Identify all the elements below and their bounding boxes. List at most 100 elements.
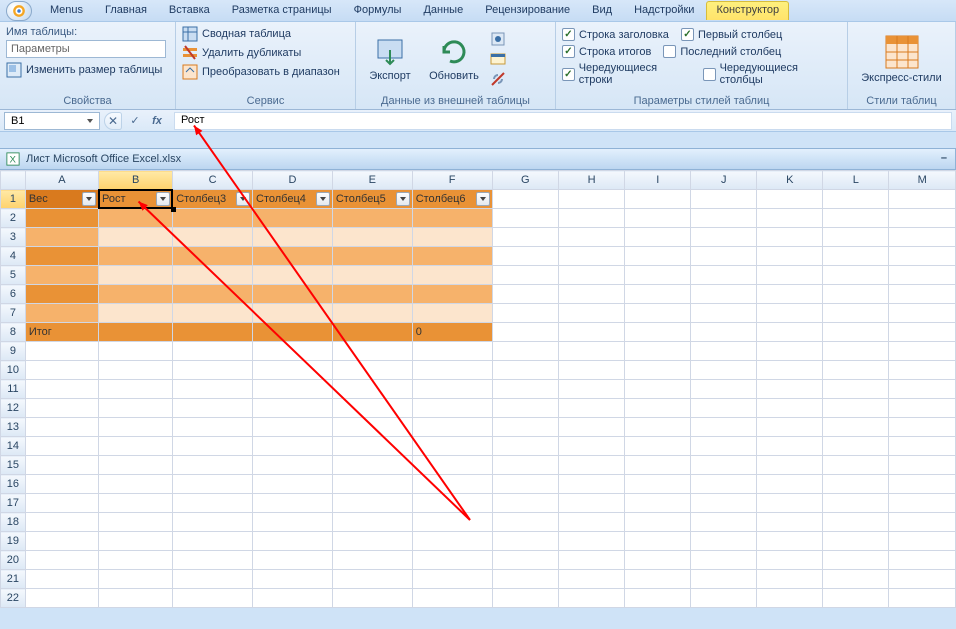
cell-G21[interactable] [492, 570, 558, 589]
cell-K8[interactable] [757, 323, 823, 342]
cell-B20[interactable] [99, 551, 173, 570]
row-header-21[interactable]: 21 [1, 570, 26, 589]
row-header-9[interactable]: 9 [1, 342, 26, 361]
cell-I13[interactable] [625, 418, 691, 437]
cell-E7[interactable] [332, 304, 412, 323]
cell-F5[interactable] [412, 266, 492, 285]
cell-G2[interactable] [492, 209, 558, 228]
col-header-L[interactable]: L [823, 171, 889, 190]
cell-J10[interactable] [691, 361, 757, 380]
cell-D11[interactable] [253, 380, 333, 399]
cell-G11[interactable] [492, 380, 558, 399]
cell-L12[interactable] [823, 399, 889, 418]
cell-B15[interactable] [99, 456, 173, 475]
cell-J22[interactable] [691, 589, 757, 608]
cell-B21[interactable] [99, 570, 173, 589]
cell-H10[interactable] [558, 361, 624, 380]
cell-G10[interactable] [492, 361, 558, 380]
cell-G18[interactable] [492, 513, 558, 532]
cell-M19[interactable] [889, 532, 956, 551]
cell-A19[interactable] [25, 532, 98, 551]
cell-F8[interactable]: 0 [412, 323, 492, 342]
col-header-A[interactable]: A [25, 171, 98, 190]
cell-E11[interactable] [332, 380, 412, 399]
row-header-8[interactable]: 8 [1, 323, 26, 342]
cell-E22[interactable] [332, 589, 412, 608]
cell-A20[interactable] [25, 551, 98, 570]
cell-H5[interactable] [558, 266, 624, 285]
cell-K6[interactable] [757, 285, 823, 304]
cell-F13[interactable] [412, 418, 492, 437]
cell-B18[interactable] [99, 513, 173, 532]
cell-J19[interactable] [691, 532, 757, 551]
cell-C12[interactable] [173, 399, 253, 418]
col-header-D[interactable]: D [253, 171, 333, 190]
cell-E1[interactable]: Столбец5 [332, 190, 412, 209]
cell-L21[interactable] [823, 570, 889, 589]
cell-C14[interactable] [173, 437, 253, 456]
cell-C2[interactable] [173, 209, 253, 228]
cell-I11[interactable] [625, 380, 691, 399]
cell-L20[interactable] [823, 551, 889, 570]
cell-A4[interactable] [25, 247, 98, 266]
cell-E15[interactable] [332, 456, 412, 475]
filter-button[interactable] [82, 192, 96, 206]
cell-I20[interactable] [625, 551, 691, 570]
resize-table-button[interactable]: Изменить размер таблицы [6, 62, 169, 78]
cell-H7[interactable] [558, 304, 624, 323]
cell-I22[interactable] [625, 589, 691, 608]
tab-view[interactable]: Вид [582, 1, 622, 20]
cell-G3[interactable] [492, 228, 558, 247]
cell-A21[interactable] [25, 570, 98, 589]
cell-B19[interactable] [99, 532, 173, 551]
col-header-G[interactable]: G [492, 171, 558, 190]
cell-B8[interactable] [99, 323, 173, 342]
cell-B3[interactable] [99, 228, 173, 247]
cell-E17[interactable] [332, 494, 412, 513]
cell-H21[interactable] [558, 570, 624, 589]
cell-I1[interactable] [625, 190, 691, 209]
filter-button[interactable] [396, 192, 410, 206]
cell-J15[interactable] [691, 456, 757, 475]
cell-G12[interactable] [492, 399, 558, 418]
cell-J9[interactable] [691, 342, 757, 361]
cell-L14[interactable] [823, 437, 889, 456]
cell-H22[interactable] [558, 589, 624, 608]
cell-A6[interactable] [25, 285, 98, 304]
tab-menus[interactable]: Menus [40, 1, 93, 20]
cell-D4[interactable] [253, 247, 333, 266]
cell-A13[interactable] [25, 418, 98, 437]
cell-H9[interactable] [558, 342, 624, 361]
cell-H2[interactable] [558, 209, 624, 228]
chk-banded-rows[interactable]: Чередующиеся строки [562, 62, 691, 86]
cell-K11[interactable] [757, 380, 823, 399]
chk-last-col[interactable]: Последний столбец [663, 45, 781, 58]
cell-L3[interactable] [823, 228, 889, 247]
cell-M11[interactable] [889, 380, 956, 399]
cell-C17[interactable] [173, 494, 253, 513]
cell-F7[interactable] [412, 304, 492, 323]
cell-I19[interactable] [625, 532, 691, 551]
row-header-14[interactable]: 14 [1, 437, 26, 456]
cell-J13[interactable] [691, 418, 757, 437]
cell-C3[interactable] [173, 228, 253, 247]
cell-K17[interactable] [757, 494, 823, 513]
cell-C6[interactable] [173, 285, 253, 304]
cell-J14[interactable] [691, 437, 757, 456]
cell-H13[interactable] [558, 418, 624, 437]
cell-L18[interactable] [823, 513, 889, 532]
cell-F4[interactable] [412, 247, 492, 266]
cell-K16[interactable] [757, 475, 823, 494]
cell-M20[interactable] [889, 551, 956, 570]
cell-I16[interactable] [625, 475, 691, 494]
cell-B14[interactable] [99, 437, 173, 456]
worksheet[interactable]: ABCDEFGHIJKLM1ВесРостСтолбец3Столбец4Сто… [0, 170, 956, 608]
cell-C4[interactable] [173, 247, 253, 266]
cell-M15[interactable] [889, 456, 956, 475]
cell-A14[interactable] [25, 437, 98, 456]
cell-E13[interactable] [332, 418, 412, 437]
cell-F3[interactable] [412, 228, 492, 247]
cell-G14[interactable] [492, 437, 558, 456]
cell-G4[interactable] [492, 247, 558, 266]
cell-J17[interactable] [691, 494, 757, 513]
